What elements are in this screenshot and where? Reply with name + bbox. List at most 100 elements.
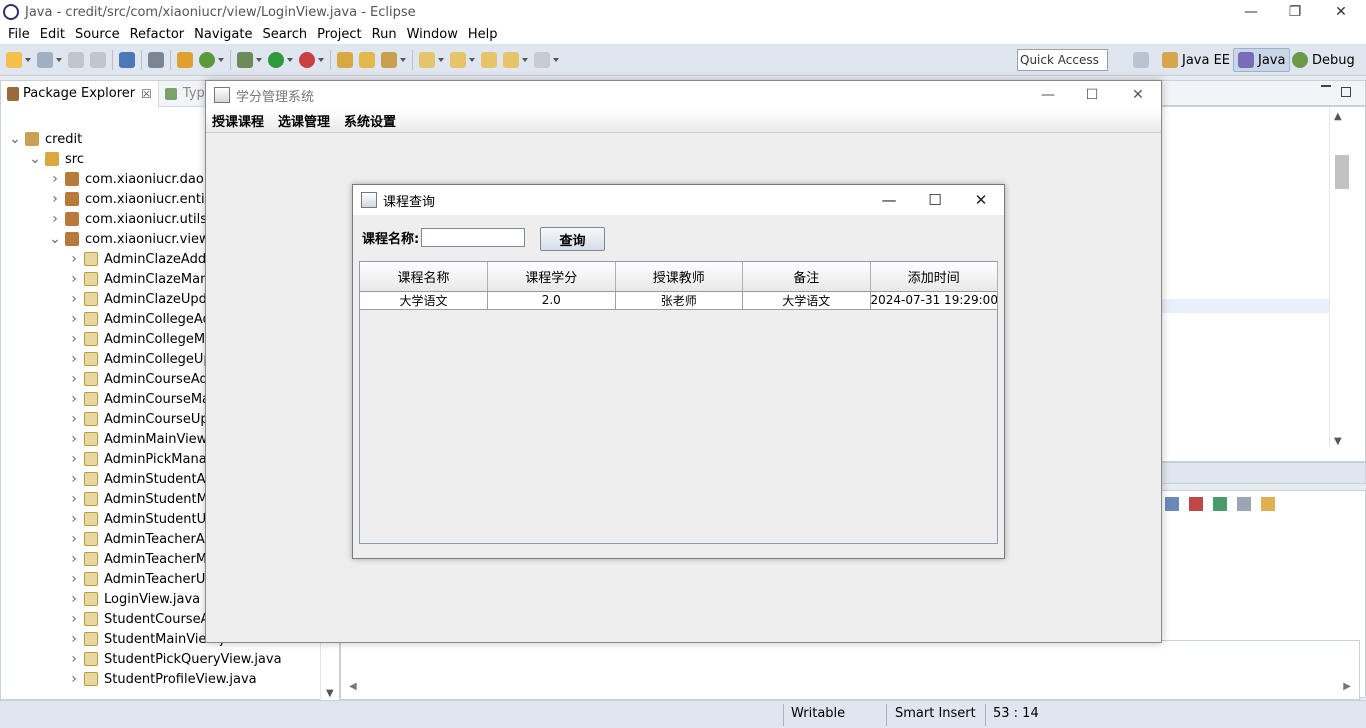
perspective-java-ee[interactable]: Java EE: [1158, 48, 1234, 72]
menu-refactor[interactable]: Refactor: [130, 27, 185, 42]
chevron-down-icon[interactable]: [522, 57, 528, 62]
menu-teaching-courses[interactable]: 授课课程: [212, 111, 264, 130]
menu-project[interactable]: Project: [317, 27, 361, 42]
chevron-right-icon[interactable]: ›: [49, 191, 61, 207]
chevron-right-icon[interactable]: ›: [68, 531, 80, 547]
column-header[interactable]: 课程学分: [487, 262, 616, 292]
maximize-button[interactable]: ☐: [912, 185, 958, 215]
chevron-down-icon[interactable]: ⌄: [29, 151, 41, 167]
column-header[interactable]: 添加时间: [870, 262, 998, 292]
maximize-view-icon[interactable]: [1341, 87, 1351, 97]
table-row[interactable]: 大学语文 2.0 张老师 大学语文 2024-07-31 19:29:00: [360, 291, 998, 310]
menu-edit[interactable]: Edit: [40, 27, 65, 42]
run-icon[interactable]: [268, 51, 284, 68]
chevron-right-icon[interactable]: ›: [68, 651, 80, 667]
build-icon[interactable]: [177, 51, 193, 68]
open-type-icon[interactable]: [337, 51, 353, 68]
chevron-right-icon[interactable]: ›: [68, 491, 80, 507]
chevron-down-icon[interactable]: [56, 57, 62, 62]
menu-source[interactable]: Source: [75, 27, 120, 42]
scroll-down-icon[interactable]: ▼: [1334, 436, 1342, 447]
chevron-down-icon[interactable]: ⌄: [9, 131, 21, 147]
close-button[interactable]: ✕: [1115, 81, 1161, 109]
chevron-right-icon[interactable]: ›: [68, 411, 80, 427]
close-button[interactable]: ✕: [1318, 0, 1364, 24]
scroll-left-icon[interactable]: ◀: [349, 681, 357, 692]
menu-run[interactable]: Run: [372, 27, 397, 42]
maximize-button[interactable]: ☐: [1069, 81, 1115, 109]
back-icon[interactable]: [503, 51, 519, 68]
chevron-right-icon[interactable]: ›: [68, 451, 80, 467]
new-package-icon[interactable]: [37, 51, 53, 68]
menu-course-selection[interactable]: 选课管理: [278, 111, 330, 130]
new-console-icon[interactable]: [1213, 497, 1227, 511]
perspective-debug[interactable]: Debug: [1288, 48, 1359, 72]
chevron-right-icon[interactable]: ›: [68, 331, 80, 347]
menu-help[interactable]: Help: [468, 27, 498, 42]
table-cell[interactable]: 大学语文: [742, 291, 871, 310]
chevron-down-icon[interactable]: [318, 57, 324, 62]
column-header[interactable]: 课程名称: [360, 262, 488, 292]
chevron-right-icon[interactable]: ›: [68, 271, 80, 287]
minimize-button[interactable]: —: [1025, 81, 1071, 109]
chevron-right-icon[interactable]: ›: [68, 391, 80, 407]
chevron-right-icon[interactable]: ›: [68, 431, 80, 447]
minimize-button[interactable]: —: [1228, 0, 1274, 24]
menu-window[interactable]: Window: [407, 27, 458, 42]
refresh-icon[interactable]: [199, 51, 215, 68]
column-header[interactable]: 备注: [742, 262, 871, 292]
console-icon[interactable]: [119, 51, 135, 68]
tree-item[interactable]: › StudentPickQueryView.java: [1, 649, 321, 669]
editor-scrollbar[interactable]: ▲ ▼: [1329, 107, 1365, 447]
chevron-right-icon[interactable]: ›: [68, 251, 80, 267]
debug-icon[interactable]: [237, 51, 253, 68]
minimize-button[interactable]: —: [866, 185, 912, 215]
pin-console-icon[interactable]: [1165, 497, 1179, 511]
chevron-right-icon[interactable]: ›: [68, 551, 80, 567]
table-cell[interactable]: 张老师: [615, 291, 743, 310]
menu-file[interactable]: File: [8, 27, 30, 42]
scroll-thumb[interactable]: [1335, 155, 1349, 189]
close-button[interactable]: ✕: [958, 185, 1004, 215]
perspective-java[interactable]: Java: [1233, 48, 1291, 72]
chevron-right-icon[interactable]: ›: [68, 591, 80, 607]
skip-breakpoints-icon[interactable]: [148, 51, 164, 68]
course-name-input[interactable]: [421, 228, 526, 247]
table-cell[interactable]: 2024-07-31 19:29:00: [870, 291, 998, 310]
chevron-right-icon[interactable]: ›: [49, 171, 61, 187]
menu-navigate[interactable]: Navigate: [194, 27, 252, 42]
chevron-right-icon[interactable]: ›: [68, 291, 80, 307]
chevron-down-icon[interactable]: [469, 57, 475, 62]
chevron-down-icon[interactable]: [400, 57, 406, 62]
query-button[interactable]: 查询: [540, 227, 605, 251]
pencil-icon[interactable]: [381, 51, 397, 68]
scroll-up-icon[interactable]: ▲: [1334, 111, 1342, 122]
save-all-icon[interactable]: [90, 51, 106, 68]
column-header[interactable]: 授课教师: [615, 262, 743, 292]
table-cell[interactable]: 大学语文: [360, 291, 488, 310]
chevron-right-icon[interactable]: ›: [68, 671, 80, 687]
chevron-right-icon[interactable]: ›: [68, 371, 80, 387]
forward-icon[interactable]: [534, 51, 550, 68]
scroll-right-icon[interactable]: ▶: [1343, 681, 1351, 692]
scroll-down-icon[interactable]: ▼: [326, 688, 334, 699]
new-icon[interactable]: [6, 51, 22, 68]
tab-package-explorer[interactable]: Package Explorer ☒: [1, 80, 159, 107]
chevron-right-icon[interactable]: ›: [68, 611, 80, 627]
open-folder-icon[interactable]: [359, 51, 375, 68]
last-edit-icon[interactable]: [481, 51, 497, 68]
remove-console-icon[interactable]: [1189, 497, 1203, 511]
chevron-right-icon[interactable]: ›: [68, 471, 80, 487]
chevron-down-icon[interactable]: [438, 57, 444, 62]
chevron-right-icon[interactable]: ›: [68, 311, 80, 327]
close-icon[interactable]: ☒: [141, 87, 152, 101]
menu-search[interactable]: Search: [262, 27, 307, 42]
next-annotation-icon[interactable]: [419, 51, 435, 68]
tree-item[interactable]: › StudentProfileView.java: [1, 669, 321, 689]
chevron-right-icon[interactable]: ›: [68, 571, 80, 587]
restore-button[interactable]: ❐: [1272, 0, 1318, 24]
chevron-right-icon[interactable]: ›: [68, 511, 80, 527]
chevron-right-icon[interactable]: ›: [68, 631, 80, 647]
chevron-down-icon[interactable]: [553, 57, 559, 62]
open-console-icon[interactable]: [1261, 497, 1275, 511]
